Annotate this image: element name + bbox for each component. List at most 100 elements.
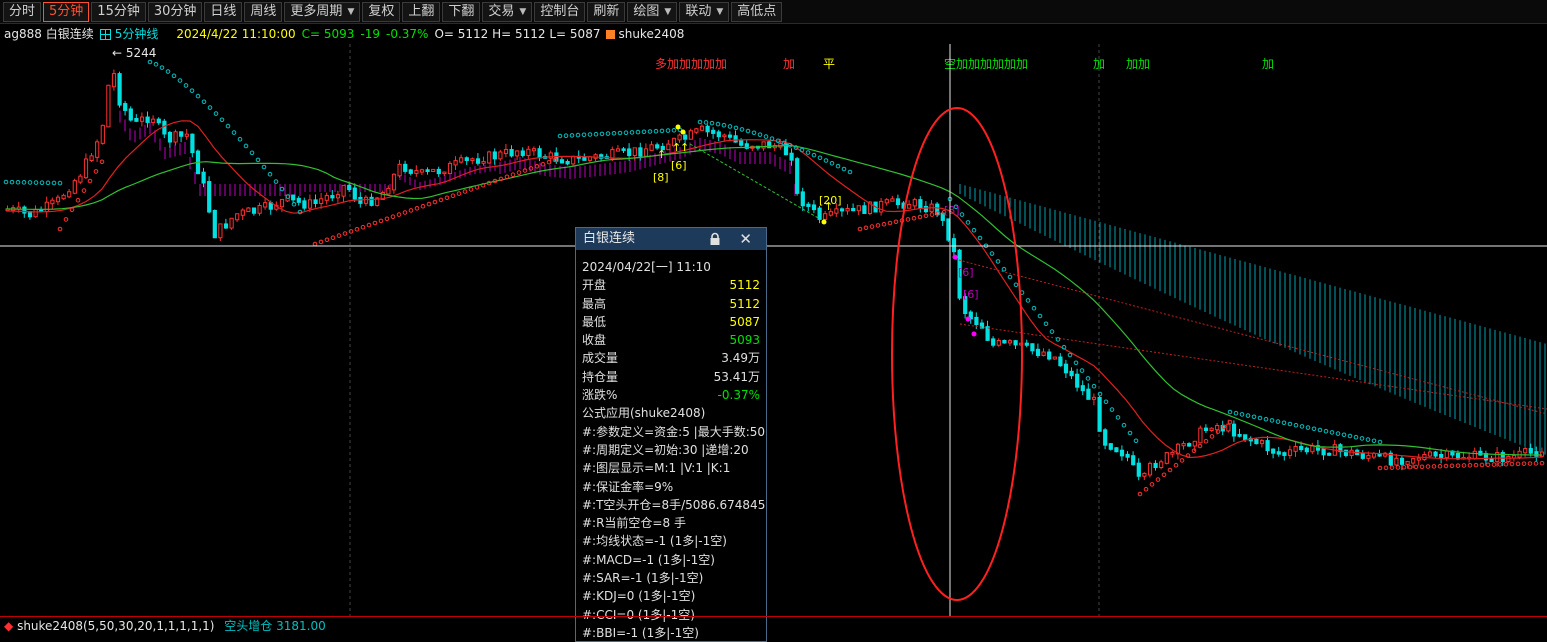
candle-body — [985, 326, 990, 341]
period-button[interactable]: 复权 — [362, 1, 401, 22]
period-button[interactable]: 高低点 — [731, 1, 783, 22]
formula-line: #:图层显示=M:1 |V:1 |K:1 — [582, 461, 731, 476]
period-button[interactable]: 5分钟 — [43, 1, 90, 22]
candle-body — [531, 148, 537, 152]
period-button[interactable]: 更多周期 ▼ — [284, 1, 361, 22]
popup-datetime: 2024/04/22[一] 11:10 — [582, 260, 711, 274]
popup-title: 白银连续 — [583, 231, 636, 246]
candle-body — [78, 175, 83, 183]
kline-chart[interactable]: ← 5244多加加加加加加平空加加加加加加加加加 加[8][6][20][8][6… — [0, 44, 1547, 616]
period-button[interactable]: 上翻 — [402, 1, 441, 22]
candle-body — [610, 149, 615, 159]
period-button[interactable]: 交易 ▼ — [482, 1, 533, 22]
period-button[interactable]: 周线 — [244, 1, 283, 22]
candle-body — [257, 204, 262, 214]
candle-body — [296, 197, 301, 203]
candle-body — [55, 196, 61, 203]
lock-icon[interactable] — [708, 232, 722, 246]
candle-body — [184, 133, 189, 137]
candle-body — [1052, 356, 1057, 360]
candle-body — [419, 169, 425, 173]
candle-body — [1444, 450, 1449, 459]
candle-body — [95, 141, 100, 158]
indicator-diamond-icon: ◆ — [4, 619, 14, 633]
period-button[interactable]: 15分钟 — [91, 1, 146, 22]
bar-info-popup[interactable]: 白银连续 ✕ 2024/04/22[一] 11:10 开盘 5112 最高 5112 最… — [575, 227, 767, 642]
row-value: -0.37% — [717, 388, 760, 403]
candle-body — [83, 158, 89, 179]
row-value: 3.49万 — [721, 351, 760, 366]
period-button[interactable]: 分时 — [3, 1, 42, 22]
position-mark-label: [8] — [944, 204, 960, 217]
period-button[interactable]: 日线 — [204, 1, 243, 22]
candle-body — [649, 144, 654, 151]
candle-body — [1203, 427, 1209, 431]
candle-body — [1075, 373, 1080, 388]
dropdown-arrow-icon: ▼ — [519, 6, 527, 17]
candle-body — [823, 213, 828, 220]
indicator-name[interactable]: shuke2408 — [606, 25, 690, 43]
popup-header[interactable]: 白银连续 ✕ — [576, 228, 766, 250]
candle-body — [67, 191, 72, 198]
bar-datetime: 2024/4/22 11:10:00 — [176, 27, 296, 41]
candle-body — [789, 152, 794, 161]
candle-body — [50, 199, 55, 205]
period-label[interactable]: 5分钟线 — [99, 25, 165, 43]
candle-body — [627, 148, 632, 157]
row-value: 5087 — [729, 314, 760, 329]
candle-body — [1136, 462, 1141, 477]
candle-body — [1259, 440, 1265, 445]
candle-body — [335, 194, 341, 199]
candle-body — [705, 125, 710, 133]
period-toolbar: 分时 5分钟 15分钟 30分钟 日线 周线 更多周期 ▼ 复权 上翻 下翻 交易 ▼ 控制台 刷新 绘图 ▼ 联… — [0, 0, 1547, 24]
period-button[interactable]: 联动 ▼ — [679, 1, 730, 22]
candle-body — [638, 147, 643, 157]
candle-body — [1254, 438, 1259, 445]
candle-body — [1405, 461, 1410, 465]
candle-body — [918, 199, 923, 209]
popup-body: 2024/04/22[一] 11:10 开盘 5112 最高 5112 最低 5087 收盘… — [576, 250, 766, 642]
candle-body — [190, 133, 195, 154]
candle-body — [694, 128, 699, 133]
formula-text[interactable]: shuke2408(5,50,30,20,1,1,1,1,1) — [17, 619, 214, 633]
max-price-label: ← 5244 — [112, 46, 156, 60]
candle-body — [117, 73, 122, 106]
candle-body — [711, 129, 716, 134]
candle-body — [100, 124, 105, 144]
candle-body — [436, 168, 441, 175]
candle-body — [151, 118, 156, 123]
candle-body — [1170, 451, 1175, 455]
candle-body — [688, 130, 693, 140]
position-mark-label: [8] — [653, 171, 669, 184]
candle-body — [1528, 448, 1533, 454]
period-button[interactable]: 绘图 ▼ — [627, 1, 678, 22]
candle-body — [123, 103, 128, 111]
candle-body — [72, 180, 77, 194]
quote-info-line: ag888 白银连续 5分钟线 2024/4/22 11:10:00 C= 50… — [0, 25, 1547, 43]
candle-body — [347, 184, 352, 191]
period-button[interactable]: 下翻 — [442, 1, 481, 22]
period-button[interactable]: 控制台 — [534, 1, 586, 22]
candle-body — [1080, 385, 1085, 392]
popup-value-row: 开盘 5112 — [582, 276, 760, 294]
candle-body — [307, 199, 313, 209]
candle-body — [1265, 440, 1270, 452]
symbol-name: ag888 白银连续 — [4, 27, 94, 41]
signal-dot — [965, 316, 971, 322]
period-text: 5分钟线 — [114, 27, 159, 41]
candle-body — [1321, 448, 1326, 456]
period-grid-icon — [99, 28, 111, 40]
period-button[interactable]: 30分钟 — [147, 1, 203, 22]
candle-body — [509, 148, 514, 157]
formula-line: #:参数定义=资金:5 |最大手数:50 — [582, 424, 766, 439]
indicator-text: shuke2408 — [618, 27, 685, 41]
candle-body — [1366, 455, 1371, 459]
close-icon[interactable]: ✕ — [739, 228, 752, 250]
candle-body — [218, 223, 223, 239]
trade-signal-label: 加加 — [1126, 57, 1150, 71]
candle-body — [515, 150, 520, 157]
period-button[interactable]: 刷新 — [587, 1, 626, 22]
candle-body — [481, 160, 486, 164]
candle-body — [1108, 443, 1113, 450]
up-arrow-icon: ↑ — [657, 148, 666, 161]
